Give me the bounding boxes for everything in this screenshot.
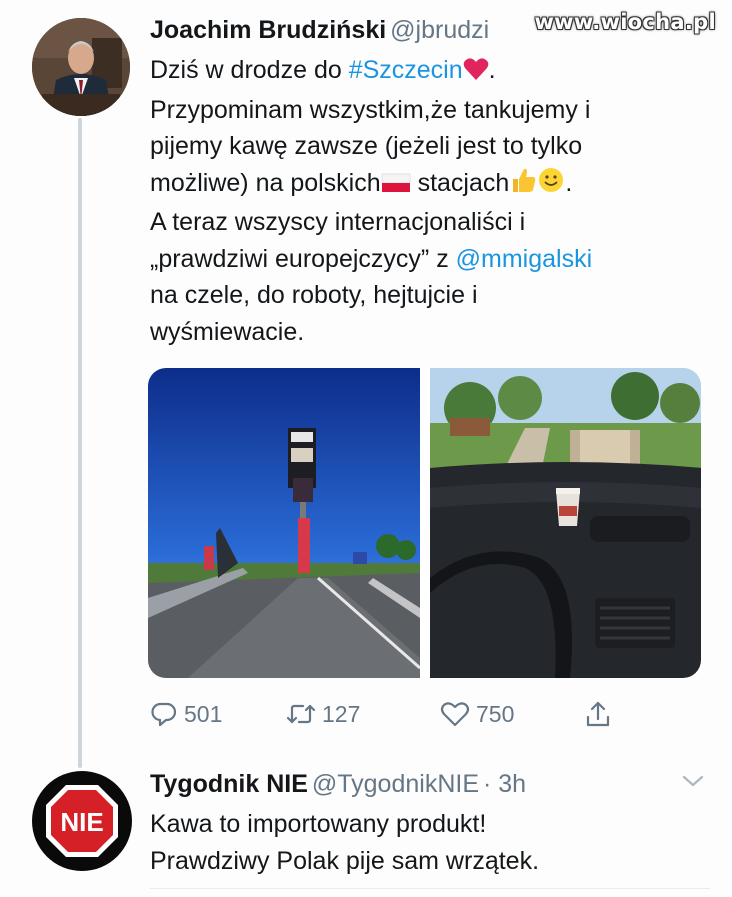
- divider: [150, 888, 710, 889]
- tweet-photos: [148, 368, 701, 678]
- reply-author-line: Tygodnik NIE @TygodnikNIE · 3h: [150, 766, 710, 802]
- retweet-action[interactable]: 127: [286, 694, 360, 734]
- thumbs-up-emoji: [509, 166, 537, 205]
- tweet-text-line: Przypominam wszystkim,że tankujemy i: [150, 95, 591, 124]
- tweet-text-line: A teraz wszyscy internacjonaliści i: [150, 208, 526, 236]
- tweet-text: Dziś w drodze do #Szczecin. Przypominam …: [150, 52, 710, 350]
- reply-icon: [150, 700, 178, 728]
- tweet-text-line: pijemy kawę zawsze (jeżeli jest to tylko: [150, 132, 583, 160]
- tweet-actions: 501 127 750: [150, 694, 630, 734]
- reply-text: Kawa to importowany produkt! Prawdziwy P…: [150, 806, 710, 879]
- author-name[interactable]: Joachim Brudziński: [150, 16, 386, 44]
- reply-author-name[interactable]: Tygodnik NIE: [150, 770, 308, 798]
- flag-emoji: [381, 168, 411, 205]
- photo-gas-station-road[interactable]: [148, 368, 420, 678]
- reply-text-line: Kawa to importowany produkt!: [150, 810, 487, 838]
- reply-tweet: Tygodnik NIE @TygodnikNIE · 3h Kawa to imp…: [150, 766, 710, 879]
- like-count: 750: [476, 700, 515, 727]
- avatar-text: NIE: [60, 807, 103, 837]
- tweet-text-line: na czele, do roboty, hejtujcie i: [150, 281, 478, 309]
- tweet-text-line: wyśmiewacie.: [150, 317, 305, 346]
- reply-author-handle[interactable]: @TygodnikNIE: [312, 770, 479, 798]
- retweet-icon: [286, 700, 316, 728]
- author-avatar[interactable]: [32, 18, 130, 116]
- smile-emoji: [537, 166, 565, 205]
- main-tweet: Joachim Brudziński @jbrudzi Dziś w drodze…: [150, 12, 710, 350]
- author-handle[interactable]: @jbrudzi: [390, 16, 489, 44]
- reply-time[interactable]: · 3h: [483, 770, 526, 798]
- reply-text-line: Prawdziwy Polak pije sam wrzątek.: [150, 846, 540, 875]
- share-icon: [584, 699, 612, 729]
- photo-car-interior-coffee[interactable]: [429, 368, 701, 678]
- chevron-down-icon[interactable]: [680, 772, 706, 795]
- stop-sign-logo: NIE: [46, 785, 118, 857]
- watermark: www.wiocha.pl: [534, 10, 716, 34]
- reply-author-avatar[interactable]: NIE: [32, 771, 132, 871]
- tweet-text-line: Dziś w drodze do #Szczecin.: [150, 52, 710, 92]
- tweet-text-line: możliwe) na polskich stacjach.: [150, 165, 710, 205]
- like-icon: [440, 700, 470, 728]
- retweet-count: 127: [322, 700, 361, 727]
- reply-action[interactable]: 501: [150, 694, 222, 734]
- hashtag-link[interactable]: #Szczecin: [349, 56, 463, 84]
- like-action[interactable]: 750: [440, 694, 514, 734]
- thread-line: [78, 118, 82, 768]
- tweet-thread-screenshot: www.wiocha.pl Joachim Brudziński @jbrudzi…: [0, 0, 732, 897]
- tweet-text-line: „prawdziwi europejczycy” z @mmigalski: [150, 244, 593, 273]
- share-action[interactable]: [584, 694, 612, 734]
- mention-link[interactable]: @mmigalski: [456, 245, 593, 273]
- heart-emoji: [463, 55, 489, 92]
- avatar-photo: [32, 18, 130, 116]
- reply-count: 501: [184, 700, 223, 727]
